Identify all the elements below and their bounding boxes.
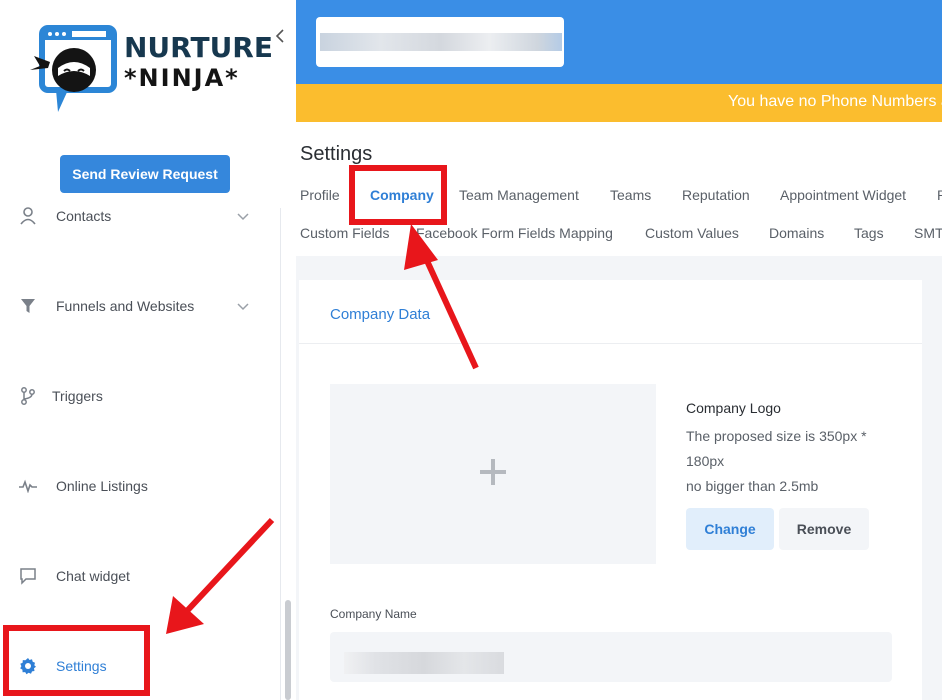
logo-wordmark: NURTURE *NINJA*	[124, 31, 273, 92]
tab-reputation[interactable]: Reputation	[682, 187, 750, 203]
chat-icon	[18, 566, 38, 586]
user-icon	[18, 206, 38, 226]
chevron-down-icon[interactable]	[236, 208, 252, 224]
logo-line-1: NURTURE	[124, 31, 273, 64]
top-header-bar	[296, 0, 942, 84]
change-logo-button[interactable]: Change	[686, 508, 774, 550]
logo-line-2: *NINJA*	[124, 64, 240, 92]
logo-file-size-hint: no bigger than 2.5mb	[686, 478, 819, 494]
page-title: Settings	[300, 143, 373, 165]
send-review-request-button[interactable]: Send Review Request	[60, 155, 230, 193]
plus-icon	[480, 459, 506, 485]
warning-text: You have no Phone Numbers a	[728, 93, 942, 110]
sidebar-item-funnels-and-websites[interactable]: Funnels and Websites	[0, 286, 275, 326]
tab-smtp-truncated[interactable]: SMT	[914, 225, 942, 241]
nurture-ninja-logo[interactable]: NURTURE *NINJA*	[28, 22, 273, 122]
sidebar-item-label: Funnels and Websites	[56, 298, 195, 314]
redacted-company-name	[344, 652, 504, 674]
pulse-icon	[18, 476, 38, 496]
sidebar-item-settings[interactable]: Settings	[0, 646, 275, 686]
card-header: Company Data	[299, 280, 922, 344]
sidebar-item-chat-widget[interactable]: Chat widget	[0, 556, 275, 596]
funnel-icon	[18, 296, 38, 316]
sidebar-item-triggers[interactable]: Triggers	[0, 376, 275, 416]
sidebar-divider	[280, 208, 281, 700]
tab-domains[interactable]: Domains	[769, 225, 824, 241]
phone-number-warning-banner: You have no Phone Numbers a	[296, 84, 942, 122]
ninja-mascot-icon	[30, 25, 117, 112]
card-title: Company Data	[330, 306, 431, 323]
sidebar-item-label: Triggers	[52, 388, 103, 404]
logo-size-hint-continued: 180px	[686, 453, 725, 469]
tab-team-management[interactable]: Team Management	[459, 187, 579, 203]
settings-main: Settings Profile Company Team Management…	[296, 122, 942, 700]
location-selector[interactable]	[316, 17, 564, 67]
tab-tags[interactable]: Tags	[854, 225, 884, 241]
logo-upload-area[interactable]	[330, 384, 656, 564]
sidebar-item-label: Chat widget	[56, 568, 130, 584]
redacted-account-name	[320, 33, 562, 51]
logo-size-hint: The proposed size is 350px *	[686, 428, 867, 444]
sidebar-item-online-listings[interactable]: Online Listings	[0, 466, 275, 506]
remove-logo-button[interactable]: Remove	[779, 508, 869, 550]
gear-icon	[18, 656, 38, 676]
branch-icon	[18, 386, 38, 406]
company-name-label: Company Name	[330, 607, 417, 621]
company-name-input[interactable]	[330, 632, 892, 682]
chevron-left-icon[interactable]	[270, 28, 290, 48]
tab-appointment-widget[interactable]: Appointment Widget	[780, 187, 906, 203]
sidebar-item-contacts[interactable]: Contacts	[0, 196, 275, 236]
sidebar-item-label: Settings	[56, 658, 107, 674]
company-data-card: Company Data Company Logo The proposed s…	[299, 280, 922, 700]
tab-profile[interactable]: Profile	[300, 187, 340, 203]
sidebar: NURTURE *NINJA* Send Review Request Cont…	[0, 0, 296, 700]
sidebar-item-label: Contacts	[56, 208, 112, 224]
tab-facebook-form-fields-mapping[interactable]: Facebook Form Fields Mapping	[416, 225, 613, 241]
tab-teams[interactable]: Teams	[610, 187, 651, 203]
sidebar-scrollbar[interactable]	[285, 600, 291, 700]
company-logo-label: Company Logo	[686, 400, 781, 416]
tab-custom-fields[interactable]: Custom Fields	[300, 225, 389, 241]
tab-custom-values[interactable]: Custom Values	[645, 225, 739, 241]
tab-truncated[interactable]: P	[937, 187, 942, 203]
sidebar-item-label: Online Listings	[56, 478, 148, 494]
chevron-down-icon[interactable]	[236, 298, 252, 314]
tab-company[interactable]: Company	[370, 187, 434, 203]
